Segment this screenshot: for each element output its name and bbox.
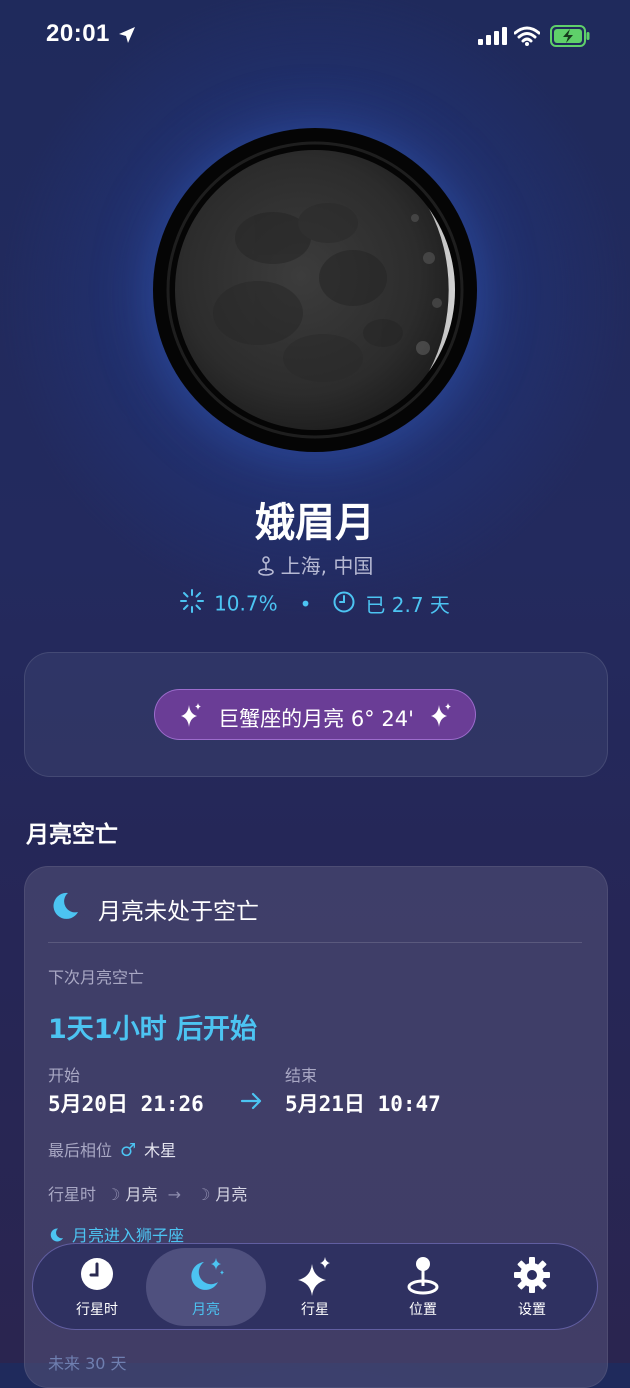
pin-icon	[407, 1257, 439, 1295]
tab-location[interactable]: 位置	[368, 1248, 478, 1326]
illumination-icon	[180, 589, 205, 613]
tab-label: 设置	[518, 1302, 546, 1318]
void-status: 月亮未处于空亡	[98, 899, 259, 925]
signal-icon	[478, 27, 507, 45]
arrow-icon: →	[167, 1185, 181, 1204]
start-label: 开始	[48, 1066, 81, 1085]
planet-hour-from: 月亮	[125, 1185, 158, 1204]
tab-moon[interactable]: 月亮	[146, 1248, 266, 1326]
future-30-days-link[interactable]: 未来 30 天	[48, 1350, 127, 1374]
section-title-void: 月亮空亡	[26, 822, 118, 848]
tab-label: 月亮	[192, 1302, 220, 1318]
last-aspect-planet: 木星	[144, 1141, 177, 1160]
moon-phase-image	[153, 128, 477, 452]
arrow-right-icon	[240, 1092, 262, 1110]
location-line: 上海, 中国	[0, 550, 630, 579]
tab-planet-hour[interactable]: 行星时	[42, 1248, 152, 1326]
crescent-moon-icon	[50, 1228, 63, 1242]
illumination-value: 10.7%	[214, 591, 278, 616]
tab-label: 行星时	[76, 1302, 118, 1318]
gear-icon	[514, 1257, 550, 1293]
battery-charging-icon	[550, 25, 590, 47]
sparkle-icon	[431, 703, 451, 727]
moon-phase-name: 娥眉月	[255, 500, 375, 546]
status-bar: 20:01	[0, 0, 630, 72]
last-aspect-label: 最后相位	[48, 1141, 113, 1160]
planet-hour-label: 行星时	[48, 1185, 97, 1204]
moon-stats: 10.7% • 已 2.7 天	[0, 589, 630, 618]
status-time: 20:01	[46, 20, 110, 47]
location-text: 上海, 中国	[280, 554, 374, 578]
moon-symbol-icon: ☽	[196, 1185, 211, 1204]
planet-hour-to: 月亮	[215, 1185, 248, 1204]
divider	[48, 942, 582, 943]
moon-age-value: 已 2.7 天	[365, 593, 450, 617]
planet-hour-row: 行星时 ☽ 月亮 → ☽ 月亮	[48, 1181, 247, 1205]
sparkles-icon	[298, 1257, 330, 1296]
clock-icon	[81, 1258, 113, 1290]
clock-icon	[333, 591, 355, 613]
moon-symbol-icon: ☽	[106, 1185, 121, 1204]
next-void-label: 下次月亮空亡	[48, 968, 145, 987]
mars-symbol-icon: ♂	[120, 1140, 137, 1161]
crescent-moon-icon	[53, 892, 78, 919]
tab-planets[interactable]: 行星	[260, 1248, 370, 1326]
location-arrow-icon	[119, 27, 135, 43]
start-datetime: 5月20日 21:26	[48, 1092, 204, 1116]
end-datetime: 5月21日 10:47	[285, 1092, 441, 1116]
zodiac-pill[interactable]: 巨蟹座的月亮 6° 24'	[154, 689, 476, 740]
tab-label: 位置	[409, 1302, 437, 1318]
location-pin-icon	[257, 556, 274, 576]
last-aspect-row: 最后相位 ♂ 木星	[48, 1137, 176, 1161]
tab-label: 行星	[301, 1302, 329, 1318]
tab-settings[interactable]: 设置	[477, 1248, 587, 1326]
stats-separator: •	[299, 591, 312, 616]
end-label: 结束	[285, 1066, 318, 1085]
moon-stars-icon	[191, 1258, 224, 1290]
wifi-icon	[514, 26, 540, 46]
void-countdown: 1天1小时 后开始	[48, 1014, 257, 1045]
